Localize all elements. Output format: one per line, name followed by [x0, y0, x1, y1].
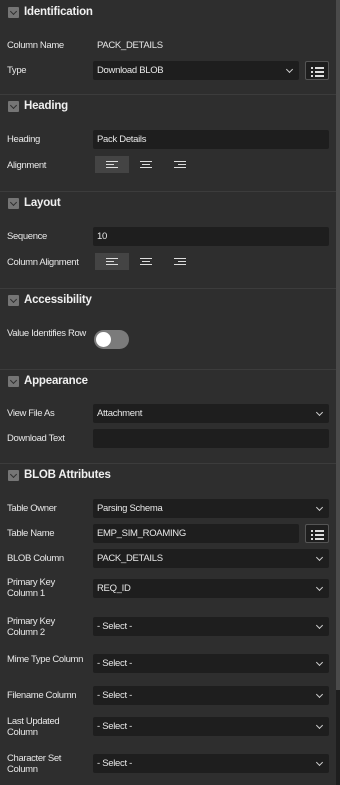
section-title: Appearance [24, 375, 88, 387]
sequence-input[interactable]: 10 [93, 227, 329, 246]
character-set-column-value: - Select - [97, 758, 133, 769]
last-updated-column-label: Last Updated Column [7, 716, 60, 738]
chevron-down-icon [315, 690, 324, 699]
chevron-down-icon[interactable] [8, 197, 19, 209]
view-file-as-select[interactable]: Attachment [93, 404, 329, 423]
primary-key-column-2-value: - Select - [97, 621, 133, 632]
chevron-down-icon[interactable] [8, 469, 19, 481]
chevron-down-icon [315, 408, 324, 417]
chevron-down-icon [315, 658, 324, 667]
chevron-down-icon [315, 721, 324, 730]
chevron-down-icon[interactable] [8, 375, 19, 387]
align-center-icon[interactable] [129, 253, 163, 270]
section-identification-header[interactable]: Identification [0, 1, 336, 23]
section-layout-header[interactable]: Layout [0, 191, 336, 214]
chevron-down-icon[interactable] [8, 100, 19, 112]
heading-input[interactable]: Pack Details [93, 130, 329, 149]
align-left-icon[interactable] [95, 156, 129, 173]
primary-key-column-2-label: Primary Key Column 2 [7, 616, 55, 638]
table-name-list-button[interactable] [305, 524, 329, 543]
table-owner-label: Table Owner [7, 503, 57, 514]
section-title: Layout [24, 197, 61, 209]
section-title: Accessibility [24, 294, 92, 306]
section-title: Heading [24, 100, 68, 112]
blob-column-select[interactable]: PACK_DETAILS [93, 549, 329, 568]
heading-input-value: Pack Details [97, 134, 147, 145]
section-appearance-header[interactable]: Appearance [0, 369, 336, 392]
character-set-column-label: Character Set Column [7, 753, 62, 775]
table-name-input[interactable]: EMP_SIM_ROAMING [93, 524, 299, 543]
mime-type-column-select[interactable]: - Select - [93, 654, 329, 673]
chevron-down-icon [315, 503, 324, 512]
last-updated-column-value: - Select - [97, 721, 133, 732]
filename-column-value: - Select - [97, 690, 133, 701]
table-name-label: Table Name [7, 528, 55, 539]
primary-key-column-1-label: Primary Key Column 1 [7, 577, 55, 599]
alignment-group [95, 156, 197, 173]
type-list-button[interactable] [305, 61, 329, 80]
filename-column-label: Filename Column [7, 690, 77, 701]
section-title: BLOB Attributes [24, 469, 111, 481]
value-identifies-row-label: Value Identifies Row [7, 328, 86, 339]
column-name-value: PACK_DETAILS [97, 40, 163, 51]
heading-label: Heading [7, 134, 40, 145]
chevron-down-icon [315, 583, 324, 592]
primary-key-column-2-select[interactable]: - Select - [93, 617, 329, 636]
chevron-down-icon[interactable] [8, 6, 19, 18]
chevron-down-icon [315, 553, 324, 562]
table-owner-value: Parsing Schema [97, 503, 163, 514]
blob-column-label: BLOB Column [7, 553, 64, 564]
chevron-down-icon [315, 621, 324, 630]
align-right-icon[interactable] [163, 156, 197, 173]
view-file-as-value: Attachment [97, 408, 143, 419]
filename-column-select[interactable]: - Select - [93, 686, 329, 705]
sequence-input-value: 10 [97, 231, 107, 242]
chevron-down-icon [315, 758, 324, 767]
view-file-as-label: View File As [7, 408, 55, 419]
character-set-column-select[interactable]: - Select - [93, 754, 329, 773]
type-label: Type [7, 65, 27, 76]
section-heading-header[interactable]: Heading [0, 94, 336, 117]
property-editor-panel: Identification Column Name PACK_DETAILS … [0, 0, 336, 785]
sequence-label: Sequence [7, 231, 47, 242]
vertical-scrollbar[interactable] [336, 0, 340, 785]
download-text-label: Download Text [7, 433, 65, 444]
blob-column-value: PACK_DETAILS [97, 553, 163, 564]
table-name-value: EMP_SIM_ROAMING [97, 528, 186, 539]
scrollbar-thumb[interactable] [336, 0, 340, 690]
table-owner-select[interactable]: Parsing Schema [93, 499, 329, 518]
section-title: Identification [24, 6, 93, 18]
value-identifies-row-toggle[interactable] [94, 330, 129, 349]
align-left-icon[interactable] [95, 253, 129, 270]
section-blob-attributes-header[interactable]: BLOB Attributes [0, 463, 336, 486]
download-text-input[interactable] [93, 429, 329, 448]
align-center-icon[interactable] [129, 156, 163, 173]
column-alignment-label: Column Alignment [7, 257, 79, 268]
type-select-value: Download BLOB [97, 65, 164, 76]
last-updated-column-select[interactable]: - Select - [93, 717, 329, 736]
align-right-icon[interactable] [163, 253, 197, 270]
column-alignment-group [95, 253, 197, 270]
mime-type-column-label: Mime Type Column [7, 654, 84, 665]
mime-type-column-value: - Select - [97, 658, 133, 669]
type-select[interactable]: Download BLOB [93, 61, 299, 80]
primary-key-column-1-value: REQ_ID [97, 583, 131, 594]
column-name-label: Column Name [7, 40, 64, 51]
primary-key-column-1-select[interactable]: REQ_ID [93, 579, 329, 598]
chevron-down-icon [285, 65, 294, 74]
section-accessibility-header[interactable]: Accessibility [0, 288, 336, 311]
alignment-label: Alignment [7, 160, 47, 171]
chevron-down-icon[interactable] [8, 294, 19, 306]
